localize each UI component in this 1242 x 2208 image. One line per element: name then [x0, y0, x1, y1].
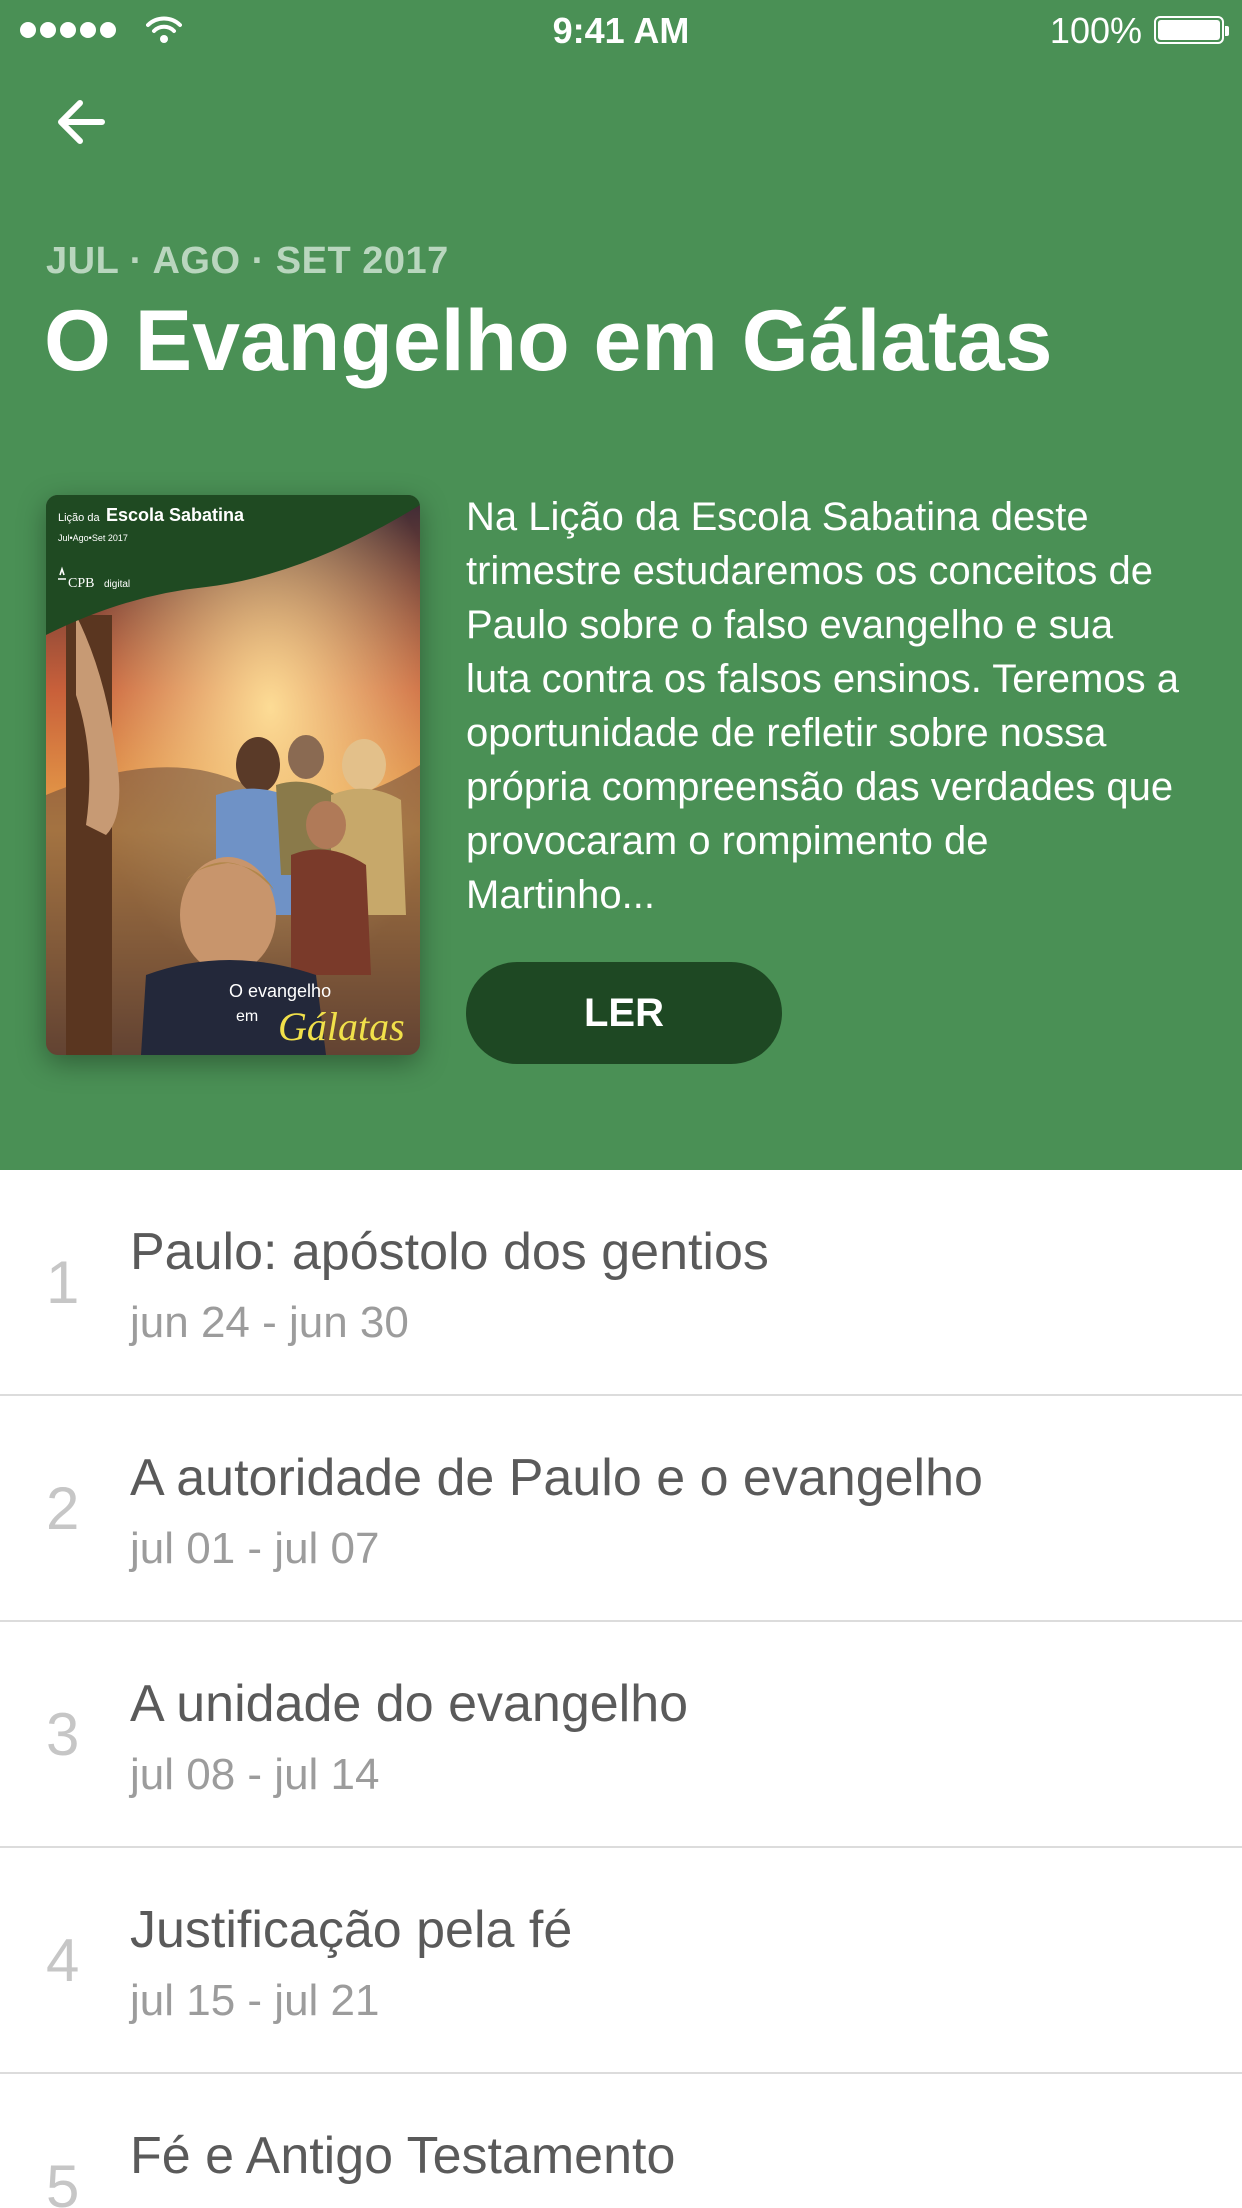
cover-bottom-line2: em [236, 1008, 258, 1025]
battery-percentage: 100% [1049, 10, 1142, 51]
cover-publisher: CPB [68, 576, 94, 591]
status-bar: 9:41 AM 100% [0, 0, 1242, 60]
cover-illustration: Lição da Escola Sabatina Jul•Ago•Set 201… [46, 495, 420, 1055]
lesson-cover-image: Lição da Escola Sabatina Jul•Ago•Set 201… [46, 495, 420, 1055]
lesson-header: 9:41 AM 100% JUL · AGO · SET 2017 O Evan… [0, 0, 1242, 1170]
lesson-number: 5 [46, 2153, 80, 2208]
lesson-title: A unidade do evangelho [130, 1675, 689, 1733]
lesson-dates: jul 01 - jul 07 [130, 1524, 380, 1573]
cover-top-small: Lição da [58, 512, 100, 524]
lesson-dates: jul 15 - jul 21 [130, 1976, 380, 2025]
read-button[interactable]: LER [466, 962, 782, 1064]
lesson-description: Na Lição da Escola Sabatina deste trimes… [466, 495, 1179, 917]
lesson-title: Justificação pela fé [130, 1901, 573, 1959]
lesson-number: 2 [46, 1475, 80, 1542]
lesson-number: 1 [46, 1249, 80, 1316]
lesson-number: 4 [46, 1927, 80, 1994]
lesson-item-1[interactable]: 1 Paulo: apóstolo dos gentios jun 24 - j… [0, 1170, 1242, 1396]
cover-top-sub: Jul•Ago•Set 2017 [58, 533, 128, 543]
lesson-title: A autoridade de Paulo e o evangelho [130, 1449, 983, 1507]
lesson-title: Paulo: apóstolo dos gentios [130, 1223, 769, 1281]
quarter-label: JUL · AGO · SET 2017 [46, 240, 449, 282]
cover-publisher-sub: digital [104, 579, 130, 590]
cover-top-title: Escola Sabatina [106, 505, 245, 525]
lesson-item-5[interactable]: 5 Fé e Antigo Testamento [0, 2074, 1242, 2208]
page-title: O Evangelho em Gálatas [44, 293, 1053, 389]
lesson-number: 3 [46, 1701, 80, 1768]
lesson-title: Fé e Antigo Testamento [130, 2127, 676, 2185]
lesson-item-3[interactable]: 3 A unidade do evangelho jul 08 - jul 14 [0, 1622, 1242, 1848]
lesson-dates: jun 24 - jun 30 [130, 1298, 409, 1347]
back-arrow-icon[interactable] [52, 92, 112, 152]
cover-bottom-word: Gálatas [278, 1004, 405, 1049]
lesson-item-2[interactable]: 2 A autoridade de Paulo e o evangelho ju… [0, 1396, 1242, 1622]
lesson-dates: jul 08 - jul 14 [130, 1750, 380, 1799]
cover-bottom-line1: O evangelho [229, 981, 331, 1001]
lesson-list: 1 Paulo: apóstolo dos gentios jun 24 - j… [0, 1170, 1242, 2208]
battery-icon [1154, 16, 1229, 44]
lesson-item-4[interactable]: 4 Justificação pela fé jul 15 - jul 21 [0, 1848, 1242, 2074]
